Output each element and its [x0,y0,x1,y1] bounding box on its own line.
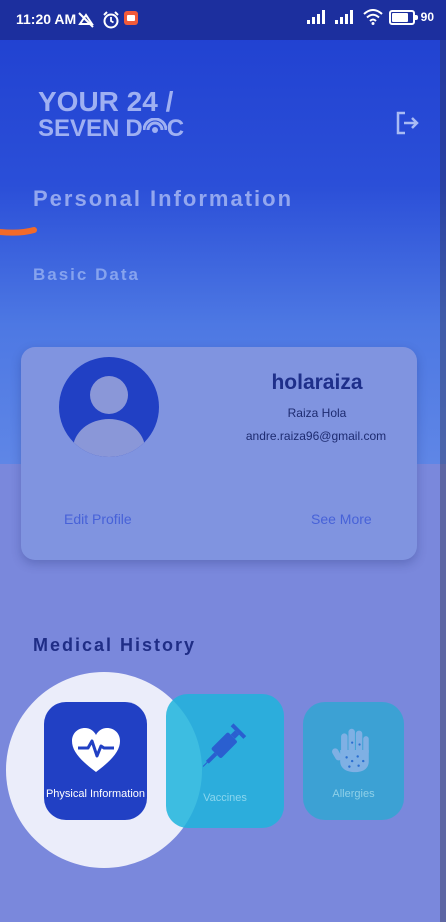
signal-icon [334,10,353,24]
avatar [59,357,159,457]
logo-letter-c: C [166,115,185,142]
app-logo: YOUR 24 / SEVEN D C [38,88,184,142]
signal-icon [306,10,325,24]
no-disturb-icon [78,12,94,28]
see-more-link[interactable]: See More [311,511,372,527]
logo-line-1: YOUR 24 / [38,86,174,117]
wifi-icon [362,9,383,25]
profile-full-name: Raiza Hola [287,406,347,420]
vaccines-label: Vaccines [203,792,247,804]
physical-information-label: Physical Information [45,788,146,800]
touch-indicator [0,227,37,236]
logo-letter-d: D [125,115,143,142]
allergies-label: Allergies [332,788,375,800]
app-notification-icon [124,11,138,25]
profile-email: andre.raiza96@gmail.com [245,429,387,443]
section-title-basic-data: Basic Data [33,265,140,284]
page-title: Personal Information [33,186,294,211]
battery-level [391,12,408,22]
alarm-icon [103,11,119,29]
logo-line-2: SEVEN D C [38,116,184,142]
allergies-button[interactable]: Allergies [303,702,404,820]
section-title-medical-history: Medical History [33,635,197,655]
app-screen: 11:20 AM 90 YOUR 24 / SEVEN D C Personal… [0,0,446,922]
logo-signal-icon [142,118,167,133]
status-time: 11:20 AM [16,11,77,27]
physical-information-button[interactable]: Physical Information [44,702,147,820]
profile-card: holaraiza Raiza Hola andre.raiza96@gmail… [21,347,417,560]
hand-rash-icon [331,728,369,773]
status-right-cluster: 90 [306,9,434,25]
status-bar: 11:20 AM 90 [0,0,446,40]
heart-pulse-icon [71,728,120,772]
edit-profile-link[interactable]: Edit Profile [64,511,132,527]
logo-word-seven: SEVEN [38,115,120,142]
profile-username: holaraiza [271,371,363,394]
battery-percent: 90 [420,10,434,24]
vaccines-button[interactable]: Vaccines [166,694,284,828]
syringe-icon [202,723,247,767]
logout-icon[interactable] [394,110,420,136]
battery-icon [388,9,418,25]
scroll-edge [440,40,446,922]
